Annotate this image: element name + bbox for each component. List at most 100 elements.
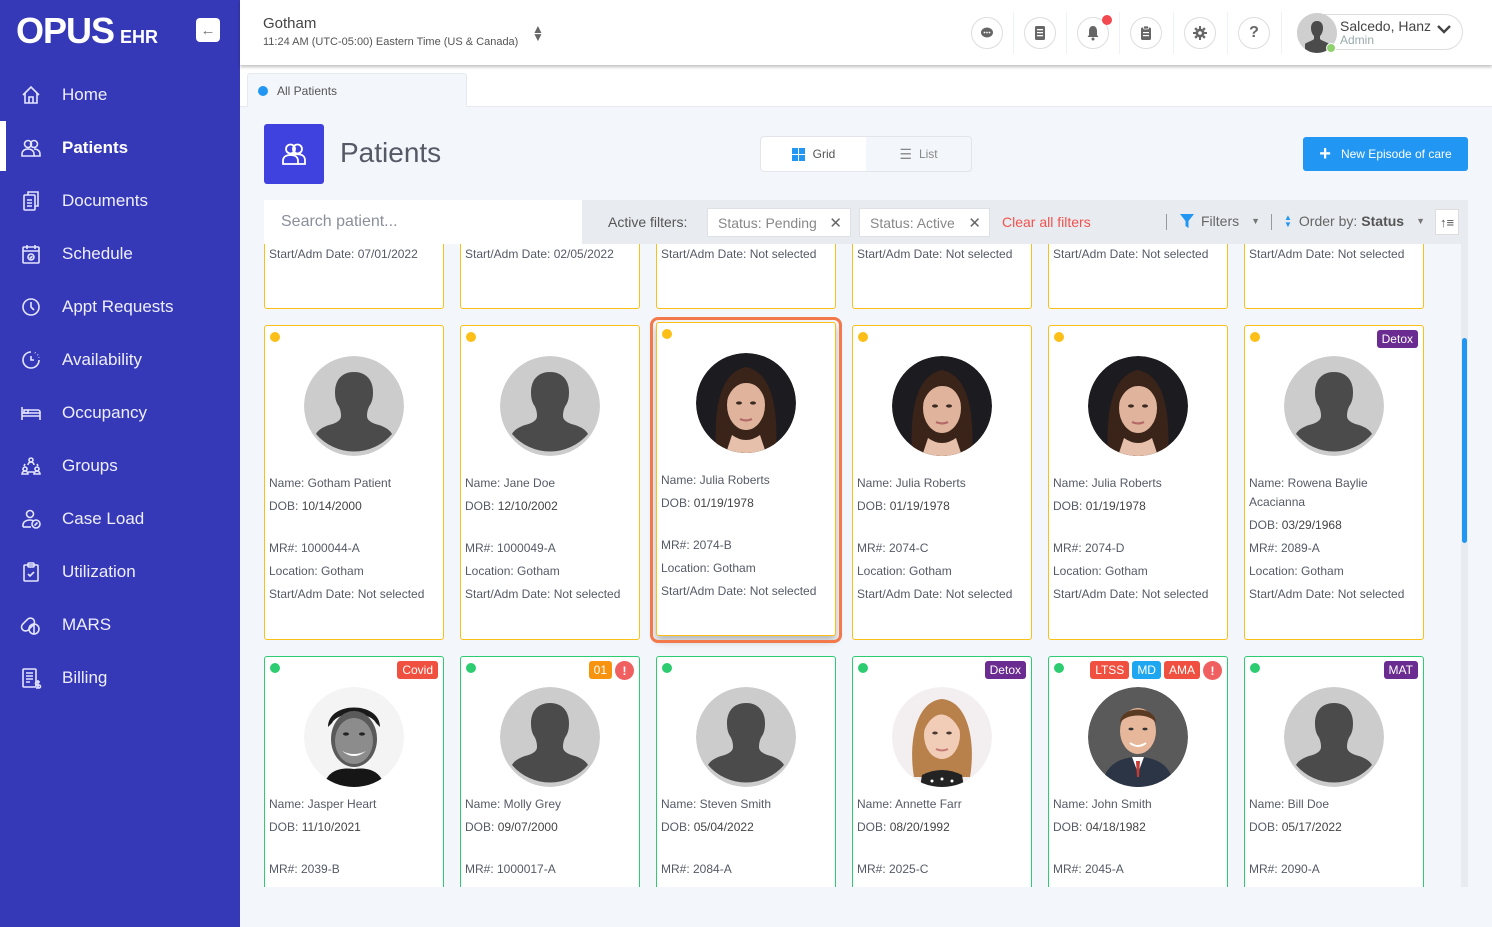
sidebar-item-label: Documents <box>62 190 148 210</box>
card-location: Location: Gotham <box>465 564 560 578</box>
card-name: Name: Gotham Patient <box>269 476 392 490</box>
card-name: Name: Molly Grey <box>465 797 562 811</box>
card-name: Name: Annette Farr <box>857 797 962 811</box>
dob-label: DOB: <box>1249 518 1279 532</box>
patient-card[interactable]: Name: Julia Roberts DOB: 01/19/1978 MR#: 2… <box>852 325 1032 640</box>
chat-icon[interactable] <box>971 17 1003 49</box>
patient-card[interactable]: Covid Name: Jasper Heart DOB: 11/10/2021 MR… <box>264 656 444 887</box>
divider <box>1066 12 1067 54</box>
card-badges: Detox <box>1376 330 1418 348</box>
divider <box>1119 12 1120 54</box>
gear-icon[interactable] <box>1184 17 1216 49</box>
location-switch-icon[interactable]: ▲ ▼ <box>532 23 544 43</box>
card-mr: MR#: 1000049-A <box>465 541 556 555</box>
sidebar-item-documents[interactable]: Documents <box>0 174 240 227</box>
order-by-dropdown[interactable]: ▲ ▼ Order by: Status ▼ <box>1284 213 1425 229</box>
patient-card[interactable]: 01! Name: Molly Grey DOB: 09/07/2000 MR#: 1… <box>460 656 640 887</box>
patient-grid: Start/Adm Date: 07/01/2022 Start/Adm Date… <box>264 244 1468 887</box>
card-dob: DOB: 10/14/2000 <box>269 495 441 518</box>
patient-card[interactable]: Name: Jane Doe DOB: 12/10/2002 MR#: 100004… <box>460 325 640 640</box>
list-view-button[interactable]: ☰ List <box>866 137 971 171</box>
card-start-date: Start/Adm Date: 07/01/2022 <box>269 247 418 261</box>
card-dob: DOB: 05/17/2022 <box>1249 816 1421 839</box>
tag-badge: Detox <box>1376 330 1418 348</box>
chevron-down-icon[interactable] <box>1436 22 1452 38</box>
card-badges: Covid <box>397 661 438 679</box>
availability-icon <box>20 349 42 371</box>
card-name: Name: Bill Doe <box>1249 797 1330 811</box>
patient-card[interactable]: Name: Julia Roberts DOB: 01/19/1978 MR#: 2… <box>1048 325 1228 640</box>
sidebar-item-patients[interactable]: Patients <box>0 121 240 174</box>
tag-badge: 01 <box>588 661 612 679</box>
patient-card[interactable]: Detox Name: Rowena Baylie Acacianna DOB: 0… <box>1244 325 1424 640</box>
tag-badge: LTSS <box>1090 661 1130 679</box>
new-episode-button[interactable]: + New Episode of care <box>1303 137 1468 171</box>
patient-photo <box>500 687 600 787</box>
sidebar-item-utilization[interactable]: Utilization <box>0 545 240 598</box>
tab-all-patients[interactable]: All Patients <box>247 73 467 107</box>
clear-all-filters-link[interactable]: Clear all filters <box>1002 214 1091 230</box>
card-badges: 01! <box>588 661 634 680</box>
logo-text: OPUS <box>16 10 115 51</box>
patient-card[interactable]: LTSS MD AMA! Name: John Smith DOB: 04/18/198… <box>1048 656 1228 887</box>
sidebar-item-schedule[interactable]: Schedule <box>0 227 240 280</box>
clipboard-icon[interactable] <box>1130 17 1162 49</box>
bell-icon[interactable] <box>1077 15 1112 49</box>
sidebar-item-availability[interactable]: Availability <box>0 333 240 386</box>
dob-label: DOB: <box>269 499 299 513</box>
card-name: Name: Rowena Baylie Acacianna <box>1249 476 1368 509</box>
sidebar-item-appt-requests[interactable]: Appt Requests <box>0 280 240 333</box>
dob-label: DOB: <box>1053 820 1083 834</box>
sidebar-item-billing[interactable]: Billing <box>0 651 240 704</box>
notes-icon[interactable] <box>1024 17 1056 49</box>
close-icon[interactable]: ✕ <box>968 214 981 232</box>
case-load-icon <box>20 508 42 530</box>
filter-chip-pending: Status: Pending ✕ <box>707 208 851 237</box>
patient-card[interactable]: Detox Name: Annette Farr DOB: 08/20/1992 MR… <box>852 656 1032 887</box>
app-logo[interactable]: OPUS EHR <box>16 10 158 52</box>
patient-card[interactable]: Start/Adm Date: 07/01/2022 <box>264 244 444 309</box>
logo-suffix: EHR <box>120 27 159 47</box>
filters-dropdown[interactable]: Filters ▼ <box>1179 213 1260 229</box>
close-icon[interactable]: ✕ <box>829 214 842 232</box>
patient-photo <box>304 687 404 787</box>
sidebar-item-label: Billing <box>62 667 108 687</box>
active-filters-label: Active filters: <box>608 214 688 230</box>
card-name: Name: John Smith <box>1053 797 1152 811</box>
patient-card[interactable]: Name: Gotham Patient DOB: 10/14/2000 MR#: … <box>264 325 444 640</box>
sidebar-item-case-load[interactable]: Case Load <box>0 492 240 545</box>
patient-card[interactable]: Start/Adm Date: Not selected <box>1048 244 1228 309</box>
card-name: Name: Jasper Heart <box>269 797 377 811</box>
scrollbar-thumb[interactable] <box>1462 338 1467 543</box>
sort-direction-button[interactable]: ↑≡ <box>1435 209 1459 235</box>
card-badges: Detox <box>984 661 1026 679</box>
grid-label: Grid <box>812 147 836 161</box>
patient-card[interactable]: Start/Adm Date: 02/05/2022 <box>460 244 640 309</box>
card-name: Name: Julia Roberts <box>1053 476 1162 490</box>
patient-card[interactable]: Start/Adm Date: Not selected <box>656 244 836 309</box>
sidebar-item-mars[interactable]: MARS <box>0 598 240 651</box>
sidebar-item-home[interactable]: Home <box>0 68 240 121</box>
collapse-sidebar-button[interactable]: ← <box>196 18 220 42</box>
patient-photo <box>892 356 992 456</box>
patient-card[interactable]: MAT Name: Bill Doe DOB: 05/17/2022 MR#: 209… <box>1244 656 1424 887</box>
search-patient-input[interactable] <box>264 200 582 244</box>
patient-card[interactable]: Name: Steven Smith DOB: 05/04/2022 MR#: 20… <box>656 656 836 887</box>
help-icon[interactable]: ? <box>1238 17 1270 49</box>
card-mr: MR#: 2074-D <box>1053 541 1125 555</box>
card-mr: MR#: 2039-B <box>269 862 340 876</box>
status-active-dot <box>1054 663 1064 673</box>
sort-ascending-icon: ↑≡ <box>1439 214 1455 230</box>
patients-page-icon <box>264 124 324 184</box>
sidebar-item-occupancy[interactable]: Occupancy <box>0 386 240 439</box>
patient-card[interactable]: Start/Adm Date: Not selected <box>852 244 1032 309</box>
grid-view-button[interactable]: Grid <box>761 137 866 171</box>
tab-label: All Patients <box>277 83 338 98</box>
location-name[interactable]: Gotham <box>263 15 316 32</box>
billing-icon <box>20 667 42 689</box>
list-label: List <box>918 147 938 161</box>
card-dob: DOB: 01/19/1978 <box>857 495 1029 518</box>
patient-card[interactable]: Start/Adm Date: Not selected <box>1244 244 1424 309</box>
sidebar-item-groups[interactable]: Groups <box>0 439 240 492</box>
patient-photo <box>1088 356 1188 456</box>
